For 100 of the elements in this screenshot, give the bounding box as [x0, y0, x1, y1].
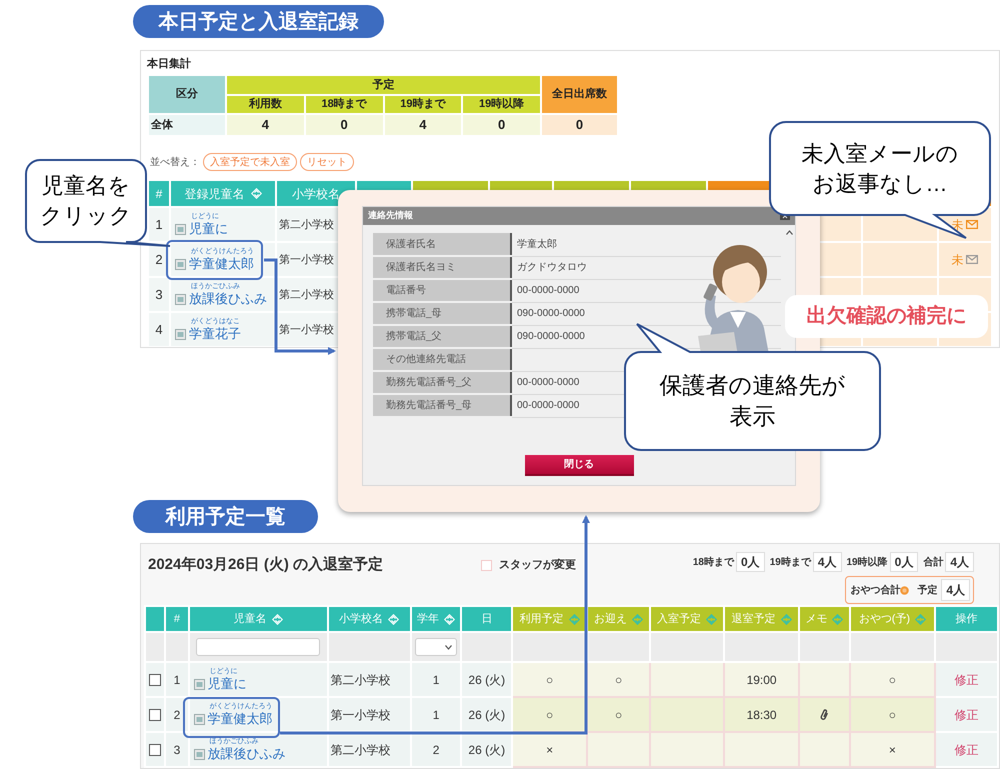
cell-text: × [546, 742, 554, 756]
grade-filter-select[interactable] [415, 638, 458, 656]
sort-button[interactable]: リセット [300, 153, 354, 171]
row-number: 2 [172, 706, 182, 724]
field-value: ガクドウタロウ [517, 262, 587, 273]
sort-icon[interactable] [780, 614, 792, 624]
sort-icon[interactable] [568, 614, 580, 624]
checkbox[interactable] [149, 674, 162, 686]
mail-icon[interactable] [966, 220, 978, 229]
table-header: メモ [799, 606, 850, 632]
section-heading: 本日予定と入退室記録 [133, 5, 384, 38]
child-name-link[interactable]: 放課後ひふみ [189, 291, 268, 307]
child-name-link[interactable]: 学童健太郎 [208, 711, 273, 727]
callout-text: 出欠確認の補完に [806, 304, 966, 329]
cell-text: ○ [888, 708, 896, 722]
sort-icon[interactable] [915, 614, 926, 624]
counter-value: 0人 [890, 552, 918, 572]
cell-text: ○ [546, 708, 554, 722]
child-name-link[interactable]: 学童花子 [189, 326, 242, 342]
table-header: 区分 [148, 75, 226, 114]
table-header: 19時まで [384, 95, 462, 114]
child-name-link[interactable]: 学童健太郎 [189, 256, 254, 272]
cell-text: ○ [614, 708, 622, 722]
close-button[interactable]: 閉じる [524, 455, 634, 476]
field-label: その他連絡先電話 [386, 354, 466, 365]
table-header: 利用数 [226, 95, 305, 114]
table-header: 小学校名 [328, 606, 411, 632]
edit-link[interactable]: 修正 [954, 672, 978, 686]
counter-label: 19時以降 [846, 556, 888, 570]
callout-text: 未入室メールの お返事なし… [802, 140, 958, 198]
table-header: おやつ(予) [850, 606, 936, 632]
cell-text: 19:00 [746, 672, 777, 686]
dialog-title: 連絡先情報 [368, 209, 413, 222]
table-header: # [165, 606, 189, 632]
field-label: 保護者氏名 [386, 238, 436, 250]
table-header: 予定 [226, 75, 541, 95]
day-text: 26 (火) [467, 672, 506, 688]
school-name: 第一小学校 [278, 324, 334, 336]
table-header: 19時以降 [462, 95, 541, 114]
table-cell: 0 [541, 114, 618, 136]
snack-icon [900, 586, 910, 594]
field-label: 保護者氏名ヨミ [386, 262, 456, 273]
table-header: お迎え [587, 606, 650, 632]
row-number: 3 [154, 286, 164, 304]
sort-icon[interactable] [706, 614, 718, 624]
row-number: 1 [172, 672, 182, 688]
row-number: 3 [172, 742, 182, 758]
school-name: 第二小学校 [278, 219, 334, 232]
table-cell: 4 [226, 114, 305, 136]
mail-icon[interactable] [966, 255, 978, 264]
field-value: 090-0000-0000 [517, 308, 585, 319]
day-text: 26 (火) [467, 706, 506, 724]
school-name: 第一小学校 [330, 708, 391, 722]
paperclip-icon[interactable] [820, 708, 829, 721]
document-icon [194, 748, 205, 760]
table-header: 入室予定 [650, 606, 724, 632]
cell-text: 18:30 [746, 708, 777, 722]
caret-icon [445, 644, 452, 650]
field-value: 00-0000-0000 [517, 377, 580, 388]
counter-value: 0人 [736, 552, 765, 572]
schedule-title: 2024年03月26日 (火) の入退室予定 [148, 554, 384, 575]
table-header: 学年 [410, 606, 462, 632]
field-label: 携帯電話_母 [386, 308, 442, 319]
callout-text: 保護者の連絡先が 表示 [660, 370, 846, 431]
table-header: 18時まで [304, 95, 384, 114]
status-text: 未 [951, 252, 964, 268]
school-name: 第二小学校 [278, 289, 334, 302]
sort-icon[interactable] [832, 614, 844, 624]
sort-button[interactable]: 入室予定で未入室 [203, 153, 297, 171]
document-icon [194, 714, 205, 724]
document-icon [175, 328, 186, 340]
sort-icon[interactable] [632, 614, 644, 624]
name-filter-field[interactable] [196, 638, 320, 656]
day-text: 26 (火) [467, 742, 506, 758]
field-label: 勤務先電話番号_母 [386, 400, 472, 411]
snack-sub-label: 予定 [917, 583, 938, 598]
field-label: 電話番号 [386, 285, 426, 296]
table-cell: 0 [462, 114, 541, 136]
school-name: 第一小学校 [278, 254, 334, 266]
counter-label: 18時まで [692, 556, 734, 570]
school-name: 第二小学校 [330, 742, 391, 756]
cell-text: ○ [888, 672, 896, 686]
callout-text: 児童名を クリック [40, 172, 132, 230]
cell-text: ○ [614, 672, 622, 686]
child-name-link[interactable]: 児童に [208, 676, 247, 692]
field-label: 携帯電話_父 [386, 331, 442, 342]
field-label: 勤務先電話番号_父 [386, 377, 472, 388]
document-icon [175, 294, 186, 304]
checkbox[interactable] [149, 708, 162, 720]
checkbox[interactable] [149, 744, 162, 756]
table-header: 全日出席数 [541, 75, 618, 114]
child-name-link[interactable]: 放課後ひふみ [208, 746, 286, 762]
scroll-up-icon[interactable] [786, 230, 793, 235]
grade-text: 1 [432, 672, 440, 688]
document-icon [175, 258, 186, 270]
edit-link[interactable]: 修正 [954, 708, 978, 722]
child-name-link[interactable]: 児童に [189, 221, 228, 237]
section-heading: 利用予定一覧 [133, 500, 318, 533]
edit-link[interactable]: 修正 [954, 742, 978, 756]
grade-text: 2 [432, 742, 440, 758]
